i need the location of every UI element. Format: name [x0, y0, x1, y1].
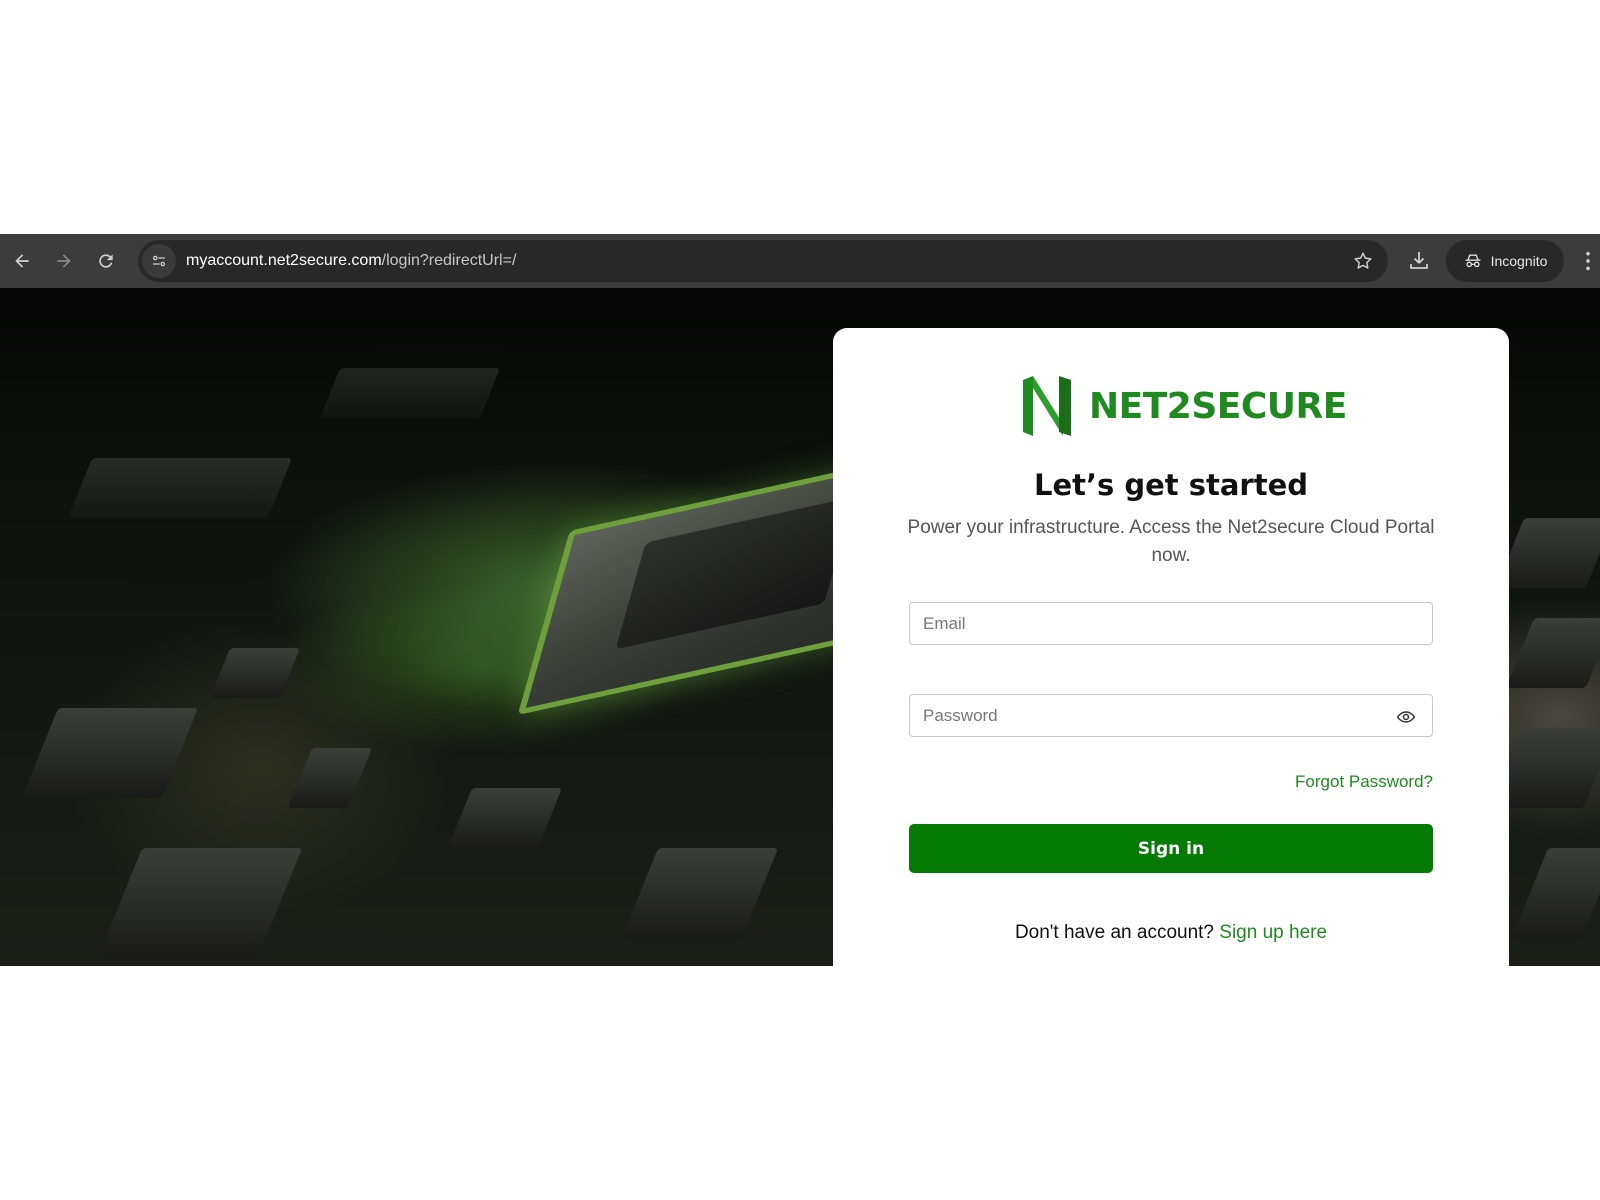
site-info-icon[interactable] — [142, 244, 176, 278]
browser-toolbar: myaccount.net2secure.com/login?redirectU… — [0, 234, 1600, 288]
url-path: /login?redirectUrl=/ — [381, 252, 517, 269]
brand-name: NET2SECURE — [1089, 385, 1347, 427]
email-field-wrapper — [909, 602, 1433, 645]
component-image — [209, 648, 301, 698]
back-arrow-icon[interactable] — [2, 241, 42, 281]
component-image — [1495, 518, 1600, 588]
address-bar[interactable]: myaccount.net2secure.com/login?redirectU… — [138, 240, 1388, 282]
component-image — [287, 748, 373, 808]
forward-arrow-icon[interactable] — [44, 241, 84, 281]
signup-prompt: Don't have an account? Sign up here — [833, 922, 1509, 944]
no-account-text: Don't have an account? — [1014, 922, 1214, 943]
password-field-wrapper — [909, 694, 1433, 737]
incognito-icon — [1465, 254, 1481, 268]
component-image — [97, 848, 303, 958]
url-host: myaccount.net2secure.com — [186, 252, 382, 269]
component-image — [621, 848, 779, 938]
brand-logo: NET2SECURE — [1019, 374, 1347, 438]
page-subtitle: Power your infrastructure. Access the Ne… — [907, 517, 1435, 566]
more-vert-icon[interactable] — [1578, 246, 1598, 276]
component-image — [67, 458, 293, 518]
show-password-eye-icon[interactable] — [1396, 707, 1416, 727]
component-image — [21, 708, 199, 798]
password-field[interactable] — [910, 695, 1432, 736]
screenshot-frame: myaccount.net2secure.com/login?redirectU… — [0, 234, 1600, 966]
net2secure-logo-icon — [1023, 376, 1071, 436]
reload-icon[interactable] — [86, 241, 126, 281]
star-icon[interactable] — [1352, 250, 1374, 272]
component-image — [1511, 848, 1600, 938]
incognito-chip[interactable]: Incognito — [1446, 240, 1564, 282]
sign-in-button[interactable]: Sign in — [909, 824, 1433, 873]
login-page: NET2SECURE Let’s get started Power your … — [0, 288, 1600, 966]
email-field[interactable] — [910, 603, 1432, 644]
sign-up-link[interactable]: Sign up here — [1219, 922, 1327, 943]
component-image — [1505, 618, 1600, 688]
url-text[interactable]: myaccount.net2secure.com/login?redirectU… — [186, 252, 516, 270]
incognito-label: Incognito — [1490, 253, 1548, 269]
forgot-password-link[interactable]: Forgot Password? — [1295, 772, 1433, 792]
component-image — [447, 788, 563, 848]
download-icon[interactable] — [1404, 246, 1434, 276]
page-title: Let’s get started — [1033, 468, 1309, 502]
component-image — [319, 368, 501, 418]
login-card: NET2SECURE Let’s get started Power your … — [833, 328, 1509, 966]
